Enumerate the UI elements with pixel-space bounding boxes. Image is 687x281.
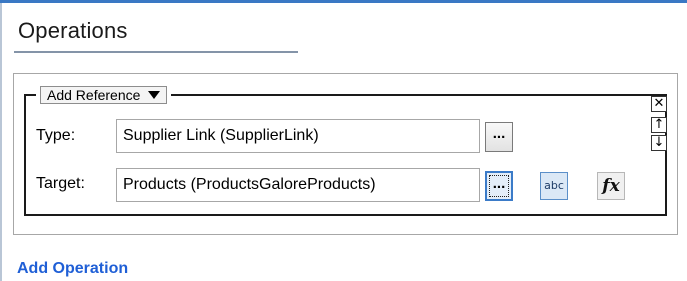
target-label: Target: [36,175,85,192]
arrow-down-icon[interactable]: ↓ [651,135,667,151]
section-title: Operations [18,18,128,43]
target-browse-button[interactable]: ... [485,171,513,201]
add-operation-link[interactable]: Add Operation [17,260,128,278]
title-underline [14,51,298,53]
add-reference-dropdown-label: Add Reference [47,87,141,103]
left-border-line [0,3,2,281]
reference-group-legend: Add Reference [36,86,172,104]
top-accent-line [0,0,687,3]
close-icon[interactable]: ✕ [651,96,667,112]
type-browse-button[interactable]: ... [485,122,513,152]
add-reference-dropdown[interactable]: Add Reference [40,86,168,104]
formula-icon[interactable]: fx [597,172,625,200]
type-field[interactable]: Supplier Link (SupplierLink) [116,119,480,153]
target-field[interactable]: Products (ProductsGaloreProducts) [116,168,480,202]
type-label: Type: [36,127,76,144]
text-value-icon[interactable]: abc [540,172,568,200]
arrow-up-icon[interactable]: ↑ [651,117,667,133]
chevron-down-icon [148,91,161,99]
